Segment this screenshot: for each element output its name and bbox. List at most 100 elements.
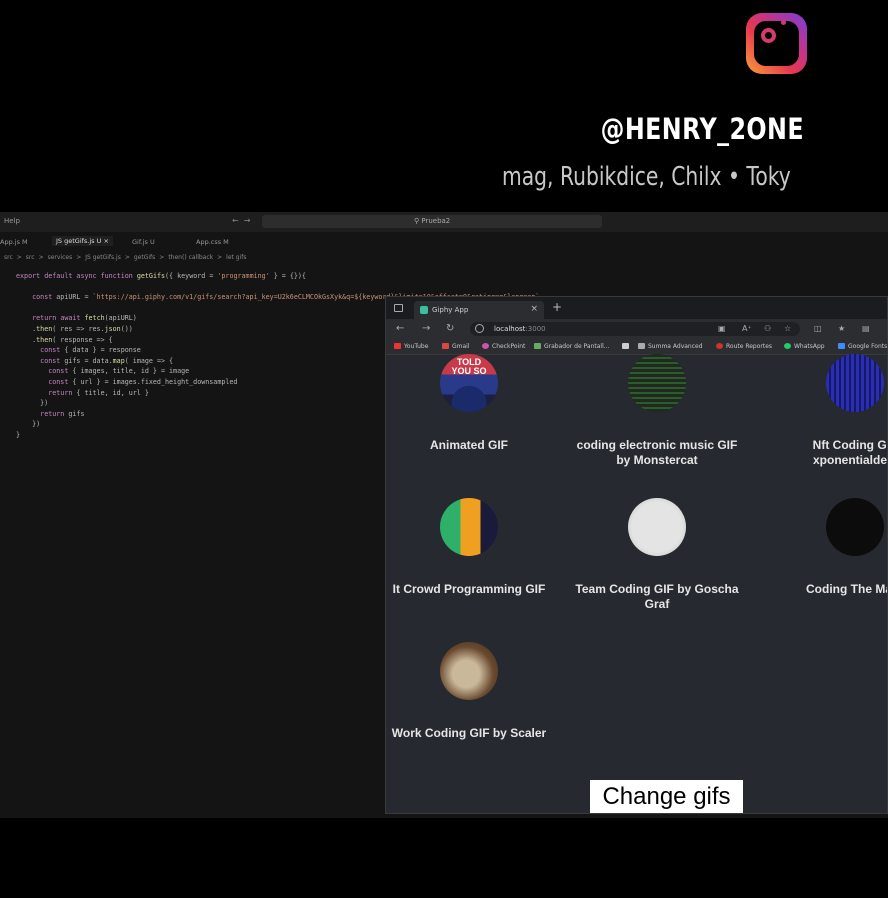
google-fonts-icon xyxy=(838,343,845,349)
code-line[interactable]: return { title, id, url } xyxy=(16,389,149,397)
instagram-dot xyxy=(781,20,786,25)
breadcrumb-item[interactable]: let gifs xyxy=(226,254,246,261)
bookmark-grabador[interactable]: Grabador de Pantall... xyxy=(534,343,609,350)
breadcrumb-item: > xyxy=(16,254,22,261)
bookmark-checkpoint[interactable]: CheckPoint xyxy=(482,343,525,350)
nav-arrows-icon[interactable]: ← → xyxy=(232,216,251,225)
breadcrumb-item: > xyxy=(124,254,130,261)
code-line[interactable]: const { images, title, id } = image xyxy=(16,367,189,375)
gif-title: Nft Coding GIF xponentialdesi xyxy=(812,438,887,467)
menu-help[interactable]: Help xyxy=(4,217,20,225)
whatsapp-icon xyxy=(784,343,791,349)
command-center[interactable]: ⚲ Prueba2 xyxy=(262,215,602,228)
gif-card[interactable]: Work Coding GIF by Scaler xyxy=(386,642,554,741)
back-icon[interactable]: ← xyxy=(396,323,404,334)
browser-tab-title: Giphy App xyxy=(432,306,469,314)
breadcrumb-item[interactable]: JS getGifs.js xyxy=(85,254,121,261)
bookmark-route[interactable]: Route Reportes xyxy=(716,343,772,350)
bookmark-document[interactable] xyxy=(622,343,632,350)
bookmark-summa[interactable]: Summa Advanced xyxy=(638,343,703,350)
gif-card[interactable]: Coding The Matri xyxy=(770,498,887,597)
gif-title: coding electronic music GIF by Monsterca… xyxy=(576,438,738,467)
tab-getgifs-js[interactable]: JS getGifs.js U × xyxy=(52,236,113,246)
breadcrumb-item[interactable]: src xyxy=(26,254,35,261)
credits-ticker: mag, Rubikdice, Chilx • Toky xyxy=(500,160,805,202)
browser-window: Giphy App × + ← → ↻ localhost:3000 ▣ A⁺ … xyxy=(385,296,888,814)
bookmark-whatsapp[interactable]: WhatsApp xyxy=(784,343,825,350)
address-text: localhost:3000 xyxy=(494,325,546,333)
document-icon xyxy=(622,343,629,349)
browser-toolbar: ← → ↻ localhost:3000 ▣ A⁺ ⚇ ☆ ◫ ★ ▤ xyxy=(386,319,887,339)
code-line[interactable]: const gifs = data.map( image => { xyxy=(16,357,173,365)
forward-icon[interactable]: → xyxy=(422,323,430,334)
gif-card[interactable]: It Crowd Programming GIF xyxy=(386,498,554,597)
route-icon xyxy=(716,343,723,349)
bookmark-gmail[interactable]: Gmail xyxy=(442,343,470,350)
gif-thumbnail xyxy=(628,498,686,556)
code-line[interactable]: return gifs xyxy=(16,410,84,418)
favorite-star-icon[interactable]: ☆ xyxy=(784,324,791,333)
code-editor: Help ← → ⚲ Prueba2 App.js M JS getGifs.j… xyxy=(0,212,888,818)
split-screen-icon[interactable]: ◫ xyxy=(814,324,822,333)
bookmark-google-fonts[interactable]: Google Fonts xyxy=(838,343,887,350)
editor-tabs: App.js M JS getGifs.js U × Gif.js U App.… xyxy=(0,234,888,252)
gif-thumbnail xyxy=(440,642,498,700)
tab-app-js[interactable]: App.js M xyxy=(0,238,28,246)
new-tab-icon[interactable]: + xyxy=(552,300,562,314)
gif-card[interactable]: Nft Coding GIF xponentialdesi xyxy=(770,354,887,468)
user-handle: @HENRY_2ONE xyxy=(600,112,804,146)
gif-title: It Crowd Programming GIF xyxy=(392,582,546,596)
instagram-icon xyxy=(746,13,807,74)
code-line[interactable]: }) xyxy=(16,420,40,428)
close-tab-icon[interactable]: × xyxy=(530,304,538,314)
gif-thumbnail xyxy=(826,354,884,412)
reload-icon[interactable]: ↻ xyxy=(446,323,454,334)
translate-icon[interactable]: A⁺ xyxy=(742,324,752,333)
code-line[interactable]: .then( response => { xyxy=(16,336,113,344)
breadcrumb-item: > xyxy=(217,254,223,261)
checkpoint-icon xyxy=(482,343,489,349)
editor-titlebar: Help ← → ⚲ Prueba2 xyxy=(0,212,888,232)
collections-icon[interactable]: ▤ xyxy=(862,324,870,333)
grabador-icon xyxy=(534,343,541,349)
window-menu-icon[interactable] xyxy=(394,304,403,312)
giphy-favicon-icon xyxy=(420,306,428,314)
command-center-label: ⚲ Prueba2 xyxy=(414,217,451,225)
gif-thumbnail xyxy=(440,498,498,556)
favorites-icon[interactable]: ★ xyxy=(838,324,845,333)
youtube-icon xyxy=(394,343,401,349)
gif-title: Animated GIF xyxy=(429,438,508,452)
tab-gif-js[interactable]: Gif.js U xyxy=(132,238,155,246)
code-line[interactable]: const { url } = images.fixed_height_down… xyxy=(16,378,237,386)
site-info-icon[interactable] xyxy=(475,324,484,333)
breadcrumb-item[interactable]: services xyxy=(48,254,73,261)
extensions-icon[interactable]: ⚇ xyxy=(764,324,771,333)
bookmark-youtube[interactable]: YouTube xyxy=(394,343,428,350)
breadcrumb-item[interactable]: getGifs xyxy=(134,254,155,261)
breadcrumb-item[interactable]: src xyxy=(4,254,13,261)
tab-app-css[interactable]: App.css M xyxy=(196,238,229,246)
browser-tabstrip: Giphy App × + xyxy=(386,297,887,319)
breadcrumb-item: > xyxy=(76,254,82,261)
bookmarks-bar: YouTube Gmail CheckPoint Grabador de Pan… xyxy=(386,339,887,355)
gif-title: Coding The Matri xyxy=(806,582,887,596)
breadcrumb-item[interactable]: then() callback xyxy=(168,254,213,261)
code-line[interactable]: export default async function getGifs({ … xyxy=(16,272,306,280)
code-line[interactable]: } xyxy=(16,431,20,439)
read-aloud-icon[interactable]: ▣ xyxy=(718,324,726,333)
gif-card[interactable]: Team Coding GIF by Goscha Graf xyxy=(572,498,742,612)
gif-thumbnail: TOLD YOU SO xyxy=(440,354,498,412)
code-line[interactable]: .then( res => res.json()) xyxy=(16,325,133,333)
breadcrumb-item: > xyxy=(38,254,44,261)
summa-icon xyxy=(638,343,645,349)
gmail-icon xyxy=(442,343,449,349)
code-line[interactable]: }) xyxy=(16,399,48,407)
gif-card[interactable]: TOLD YOU SO Animated GIF xyxy=(386,354,554,453)
browser-tab-giphy[interactable]: Giphy App × xyxy=(414,301,544,319)
gif-card[interactable]: coding electronic music GIF by Monsterca… xyxy=(572,354,742,468)
code-line[interactable]: return await fetch(apiURL) xyxy=(16,314,137,322)
breadcrumb: src > src > services > JS getGifs.js > getGifs > t… xyxy=(0,254,247,261)
change-gifs-button[interactable]: Change gifs xyxy=(590,780,743,813)
code-line[interactable]: const { data } = response xyxy=(16,346,141,354)
breadcrumb-item: > xyxy=(159,254,165,261)
